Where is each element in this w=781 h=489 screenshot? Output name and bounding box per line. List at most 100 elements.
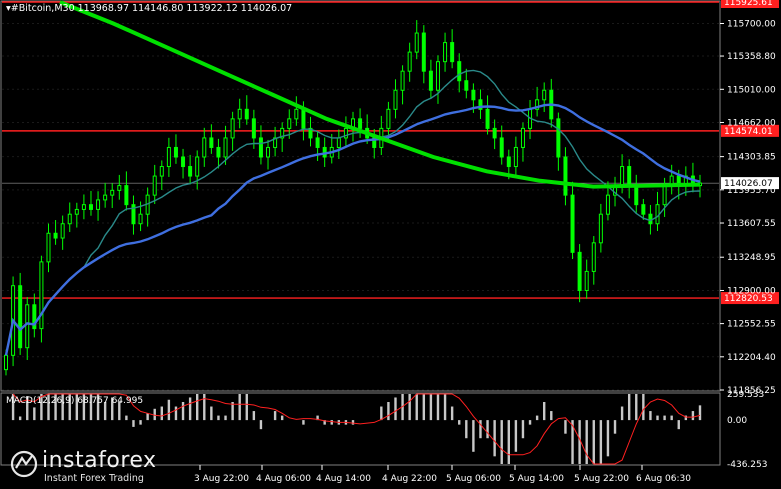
candle-body <box>244 108 249 120</box>
time-tick-label: 4 Aug 14:00 <box>316 474 371 484</box>
candle-body <box>124 185 129 206</box>
candle-body <box>251 118 256 139</box>
symbol-header: ▾#Bitcoin,M30 113968.97 114146.80 113922… <box>6 3 293 14</box>
price-tick-label: 114303.85 <box>727 153 776 163</box>
candle-body <box>499 137 504 158</box>
time-tick-label: 5 Aug 14:00 <box>509 474 564 484</box>
candle-body <box>301 108 306 129</box>
candle-body <box>563 156 568 196</box>
candle-body <box>464 80 469 91</box>
candle-body <box>152 175 157 196</box>
candle-body <box>110 189 115 196</box>
candle-body <box>421 32 426 72</box>
candle-body <box>556 118 561 158</box>
candle-body <box>181 156 186 168</box>
candle-body <box>627 166 632 187</box>
candle-body <box>450 42 455 63</box>
time-tick-label: 4 Aug 22:00 <box>382 474 437 484</box>
ma-blue-line <box>4 103 701 356</box>
brand-name: instaforex <box>42 448 157 473</box>
macd-tick-label: 0.00 <box>727 416 747 426</box>
candle-body <box>74 208 79 215</box>
price-tick-label: 115700.00 <box>727 20 776 30</box>
level-lines: 115925.61114574.01112820.53114026.07 <box>2 0 779 305</box>
price-tick-label: 112552.55 <box>727 320 776 330</box>
time-tick-label: 5 Aug 22:00 <box>574 474 629 484</box>
main-plot-frame <box>0 0 721 392</box>
candle-body <box>400 70 405 91</box>
candle-body <box>237 108 242 120</box>
macd-header: MACD(12,26,9) 68.757 64.995 <box>6 396 144 406</box>
candle-body <box>53 232 58 239</box>
price-tick-label: 113955.70 <box>727 186 776 196</box>
candle-body <box>103 194 108 201</box>
candle-body <box>428 70 433 91</box>
candle-body <box>620 166 625 187</box>
candle-body <box>648 213 653 225</box>
candle-body <box>358 118 363 129</box>
price-tick-label: 114662.00 <box>727 118 776 128</box>
candle-body <box>138 213 143 225</box>
candle-body <box>216 146 221 158</box>
candle-body <box>60 223 65 239</box>
candle-body <box>577 251 582 291</box>
candle-body <box>166 146 171 168</box>
candle-body <box>173 146 178 158</box>
price-tick-label: 111856.25 <box>727 386 776 396</box>
price-tick-label: 112204.40 <box>727 353 776 363</box>
candle-body <box>230 118 235 139</box>
candle-body <box>46 232 51 263</box>
candle-body <box>591 242 596 272</box>
price-axis: 115700.00 115358.80 115010.00 114662.00 1143… <box>720 20 776 396</box>
logo-icon <box>10 450 38 478</box>
candle-body <box>662 185 667 206</box>
candle-body <box>195 156 200 177</box>
candle-body <box>287 118 292 129</box>
candle-body <box>605 194 610 215</box>
candle-body <box>188 166 193 177</box>
candle-body <box>414 32 419 53</box>
candles <box>4 20 702 376</box>
macd-tick-label: -436.253 <box>727 460 767 470</box>
candle-body <box>202 137 207 158</box>
price-tick-label: 115358.80 <box>727 52 776 62</box>
candle-body <box>18 285 23 349</box>
time-tick-label: 5 Aug 06:00 <box>446 474 501 484</box>
candle-body <box>435 61 440 91</box>
candle-body <box>223 137 228 158</box>
moving-averages <box>4 0 701 356</box>
candle-body <box>159 166 164 177</box>
time-axis: 3 Aug 22:00 4 Aug 06:00 4 Aug 14:00 4 Aug 2… <box>194 465 691 484</box>
candle-body <box>634 185 639 206</box>
candle-body <box>88 204 93 210</box>
candle-body <box>315 137 320 148</box>
candle-body <box>209 137 214 148</box>
brand-tagline: Instant Forex Trading <box>44 473 144 484</box>
candle-body <box>641 204 646 215</box>
candle-body <box>457 61 462 82</box>
candle-body <box>386 108 391 129</box>
candle-body <box>584 270 589 291</box>
candle-body <box>294 108 299 120</box>
candle-body <box>520 127 525 148</box>
grid <box>2 23 719 391</box>
candle-body <box>407 51 412 72</box>
candle-body <box>598 213 603 244</box>
candle-body <box>471 89 476 101</box>
candle-body <box>81 204 86 210</box>
candle-body <box>96 199 101 210</box>
candle-body <box>25 304 30 349</box>
candle-body <box>4 354 8 371</box>
price-tick-label: 115010.00 <box>727 85 776 95</box>
candle-body <box>570 194 575 253</box>
candle-body <box>506 156 511 168</box>
time-tick-label: 6 Aug 06:30 <box>636 474 691 484</box>
price-chart: 115925.61114574.01112820.53114026.07 259… <box>0 0 779 484</box>
price-tick-label: 113248.95 <box>727 253 776 263</box>
candle-body <box>443 42 448 63</box>
candle-body <box>513 146 518 168</box>
candle-body <box>117 185 122 191</box>
price-tick-label: 113607.55 <box>727 219 776 229</box>
candle-body <box>485 108 490 129</box>
ma-green-line <box>59 0 701 189</box>
